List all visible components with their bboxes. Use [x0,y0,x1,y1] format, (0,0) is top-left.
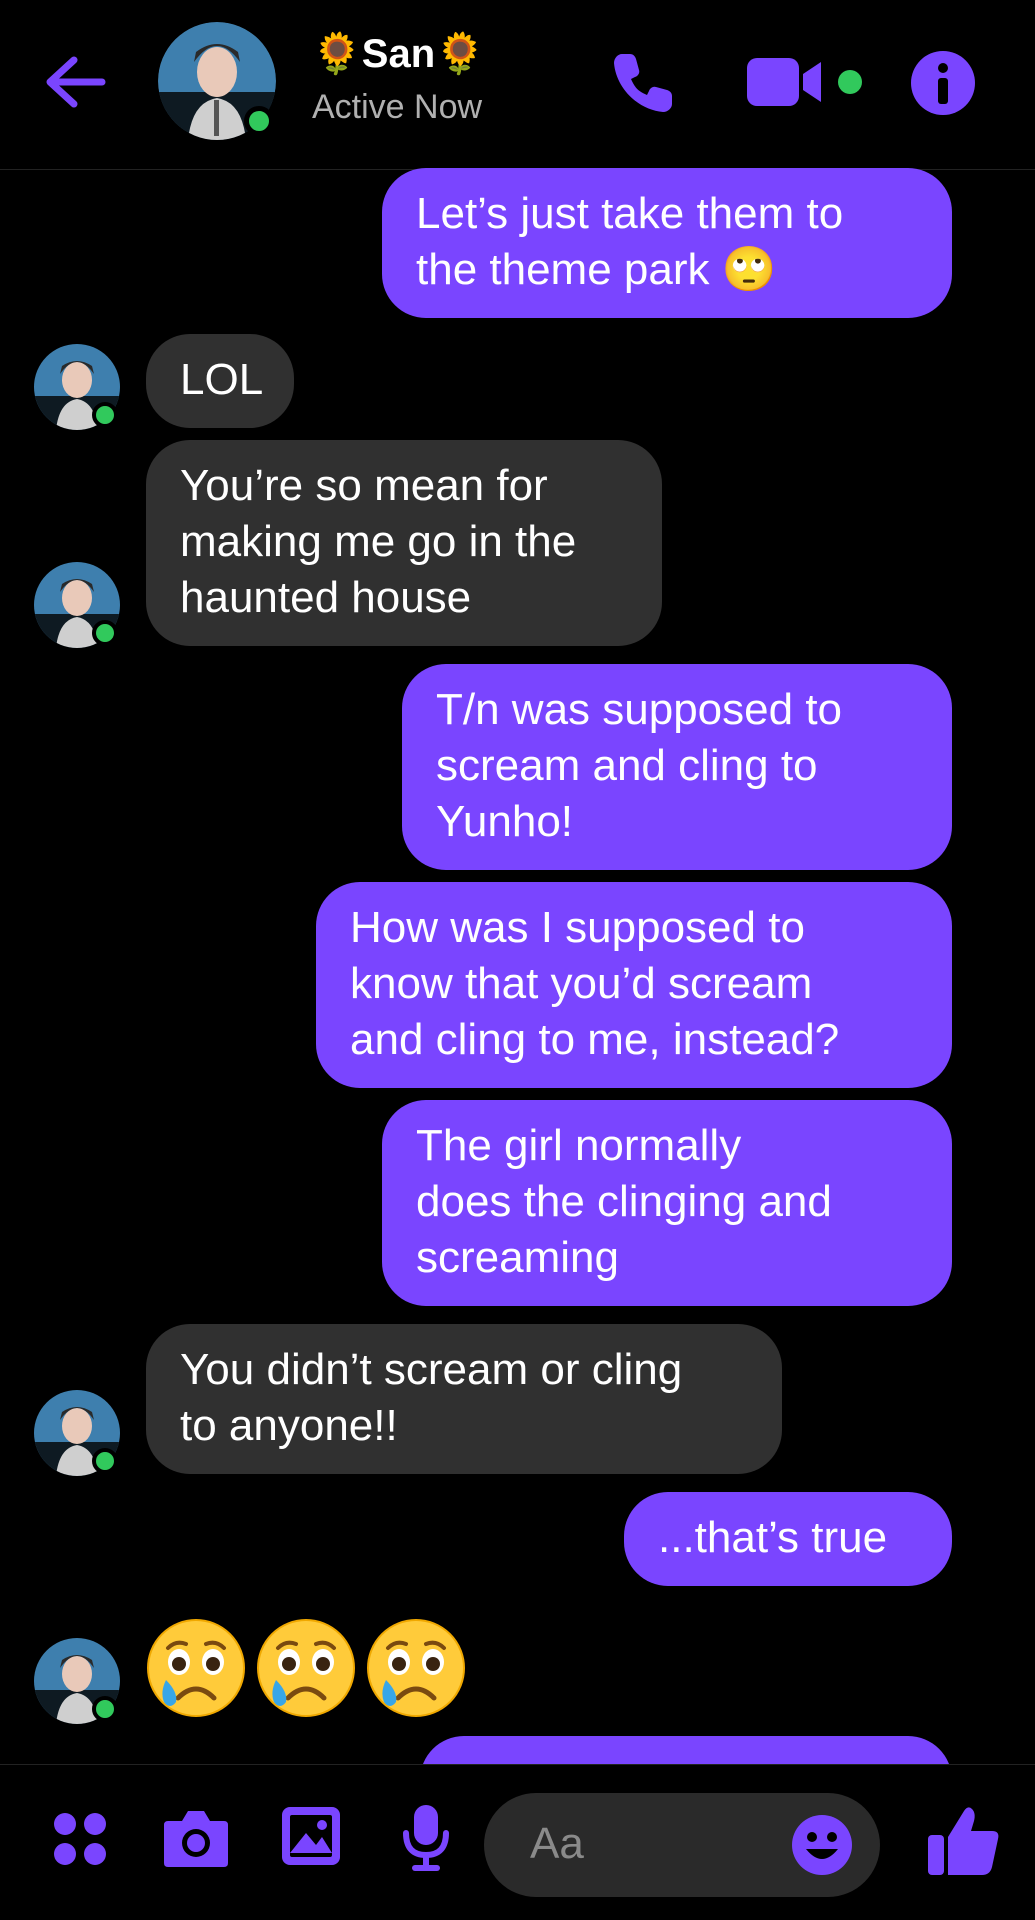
video-active-indicator [838,70,862,94]
online-indicator [92,1696,118,1722]
message-line: Yunho! [436,797,574,846]
emoji-reaction-message[interactable] [146,1618,466,1718]
message-bubble-outgoing[interactable]: Let’s just take them to the theme park 🙄 [382,168,952,318]
message-line: scream and cling to [436,741,818,790]
message-line: The girl normally [416,1121,742,1170]
message-bubble-outgoing[interactable]: How was I supposed to know that you’d sc… [316,882,952,1088]
message-line: the theme park 🙄 [416,245,777,294]
message-bubble-outgoing[interactable]: T/n was supposed to scream and cling to … [402,664,952,870]
message-line: How was I supposed to [350,903,805,952]
online-indicator [92,1448,118,1474]
message-line: LOL [180,355,264,404]
contact-name[interactable]: 🌻San🌻 [312,30,485,77]
message-line: and cling to me, instead? [350,1015,840,1064]
microphone-icon[interactable] [400,1803,452,1873]
composer-bar: Aa [0,1764,1035,1920]
message-line: haunted house [180,573,472,622]
message-line: screaming [416,1233,619,1282]
phone-call-icon[interactable] [608,48,678,118]
message-line: does the clinging and [416,1177,832,1226]
message-line: know that you’d scream [350,959,813,1008]
message-line: ...that’s true [658,1513,888,1562]
message-bubble-incoming[interactable]: LOL [146,334,294,428]
online-indicator [92,402,118,428]
gallery-icon[interactable] [280,1805,342,1867]
emoji-picker-icon[interactable] [790,1813,854,1877]
message-bubble-incoming[interactable]: You didn’t scream or cling to anyone!! [146,1324,782,1474]
message-line: T/n was supposed to [436,685,843,734]
online-indicator [244,106,274,136]
info-icon[interactable] [910,50,976,116]
back-arrow-icon[interactable] [40,52,110,112]
message-bubble-outgoing[interactable]: ...that’s true [624,1492,952,1586]
crying-face-emoji-icon [147,1619,245,1717]
online-indicator [92,620,118,646]
message-bubble-outgoing[interactable]: The girl normally does the clinging and … [382,1100,952,1306]
camera-icon[interactable] [162,1807,230,1869]
message-line: to anyone!! [180,1401,398,1450]
message-bubble-incoming[interactable]: You’re so mean for making me go in the h… [146,440,662,646]
crying-face-emoji-icon [367,1619,465,1717]
message-line: You didn’t scream or cling [180,1345,683,1394]
thumbs-up-icon[interactable] [926,1805,1002,1877]
active-status: Active Now [312,88,483,126]
conversation-header: 🌻San🌻 Active Now [0,0,1035,170]
message-line: You’re so mean for [180,461,548,510]
video-call-icon[interactable] [745,52,823,112]
message-line: making me go in the [180,517,577,566]
message-line: Let’s just take them to [416,189,844,238]
more-actions-icon[interactable] [52,1811,108,1867]
message-input-placeholder: Aa [530,1819,584,1868]
crying-face-emoji-icon [257,1619,355,1717]
